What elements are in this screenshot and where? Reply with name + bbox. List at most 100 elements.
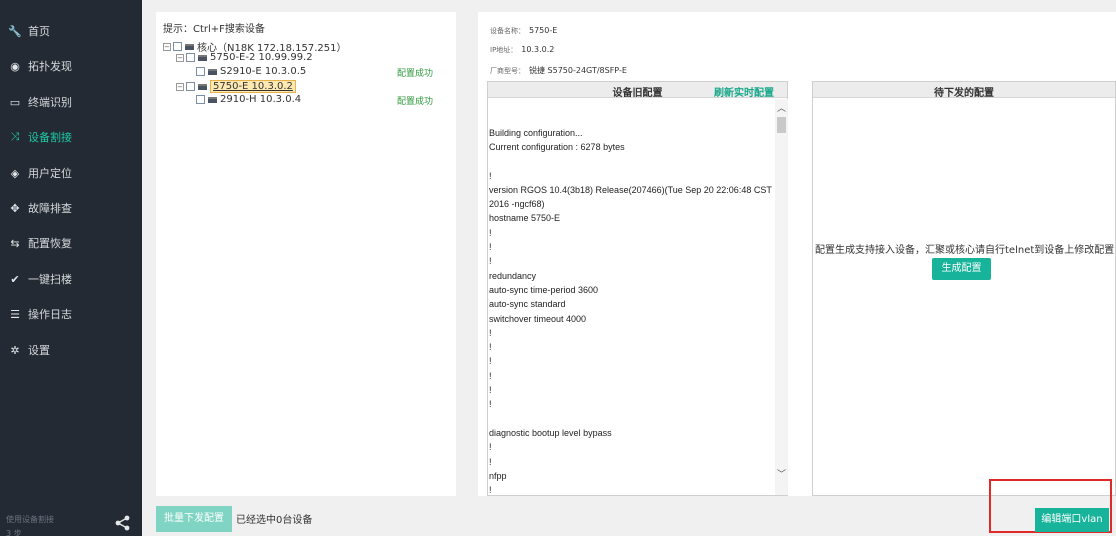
pending-config-message: 配置生成支持接入设备，汇聚或核心请自行telnet到设备上修改配置 [815,245,1115,256]
collapse-icon[interactable]: − [163,42,171,51]
batch-deploy-button[interactable]: 批量下发配置 [156,506,232,532]
sidebar-item[interactable]: ⤨ 设备割接 [0,122,142,152]
device-icon [208,96,217,103]
search-hint: 提示：Ctrl+F搜索设备 [163,24,265,35]
config-line: diagnostic bootup level bypass [489,427,612,438]
sidebar-item[interactable]: ◉ 拓扑发现 [0,51,142,81]
sidebar: 🔧 首页 ◉ 拓扑发现 ▭ 终端识别 ⤨ 设备割接 ◈ 用户定位 ✥ 故障排查 ⇆ 配置恢复 ✔ 一键扫楼 ☰ 操… [0,0,142,536]
config-line: ! [489,442,492,453]
share-icon[interactable] [112,514,134,536]
shuffle-icon: ⤨ [10,130,20,143]
collapse-icon[interactable]: − [176,82,184,91]
device-icon [198,83,207,90]
config-line: ! [489,342,492,353]
sidebar-item-label: 终端识别 [28,96,72,109]
sidebar-item-label: 用户定位 [28,167,72,180]
config-line: Building configuration... [489,127,583,138]
sidebar-item-label: 首页 [28,25,50,38]
device-tree-panel: 提示：Ctrl+F搜索设备 − 核心（N18K 172.18.157.251） … [156,12,456,496]
collapse-icon[interactable]: − [176,53,184,62]
device-detail-panel: 设备名称： 5750-E IP地址： 10.3.0.2 厂商型号： 锐捷 S5750-… [478,12,1116,496]
sidebar-item-label: 拓扑发现 [28,60,72,73]
device-ip-row: IP地址： 10.3.0.2 [490,45,554,55]
device-icon [185,43,194,50]
device-ip-value: 10.3.0.2 [521,45,555,54]
sidebar-item-label: 一键扫楼 [28,273,72,286]
pending-config-title: 待下发的配置 [934,88,994,99]
monitor-icon: ▭ [9,95,21,109]
tree-node-2910-h[interactable]: 2910-H 10.3.0.4 [196,94,301,105]
config-line: auto-sync time-period 3600 [489,284,599,295]
config-line: 2016 -ngcf68) [489,199,545,210]
config-line: auto-sync standard [489,299,566,310]
device-model-value: 锐捷 S5750-24GT/8SFP-E [529,66,627,75]
scroll-down-icon[interactable]: ﹀ [775,467,788,480]
config-line: ! [489,356,492,367]
device-icon [198,54,207,61]
tree-node-label: 5750-E 10.3.0.2 [210,80,296,93]
sidebar-item[interactable]: ✥ 故障排查 [0,193,142,223]
sidebar-item-label: 操作日志 [28,308,72,321]
sidebar-item-label: 设备割接 [28,131,72,144]
config-line: redundancy [489,270,537,281]
scroll-thumb[interactable] [777,117,786,133]
pending-config-box: 待下发的配置 配置生成支持接入设备，汇聚或核心请自行telnet到设备上修改配置… [812,81,1116,496]
sidebar-item[interactable]: ✔ 一键扫楼 [0,264,142,294]
sidebar-footer-sub: 3 步 [6,529,22,536]
sidebar-item[interactable]: ▭ 终端识别 [0,87,142,117]
edit-port-vlan-button[interactable]: 编辑端口vlan [1035,508,1109,532]
node-checkbox[interactable] [196,67,205,76]
sidebar-item[interactable]: ◈ 用户定位 [0,158,142,188]
config-line: Current configuration : 6278 bytes [489,141,625,152]
gear-icon: ✲ [10,343,20,357]
device-model-key: 厂商型号： [490,67,525,75]
status-badge: 配置成功 [397,69,434,79]
eye-icon: ◉ [10,59,20,73]
log-icon: ☰ [10,307,20,321]
sidebar-item[interactable]: ⇆ 配置恢复 [0,228,142,258]
sidebar-footer-label: 使用设备割接 [6,515,54,524]
config-line: version RGOS 10.4(3b18) Release(207466)(… [489,184,772,195]
config-line: ! [489,485,492,495]
node-checkbox[interactable] [186,82,195,91]
config-line: ! [489,456,492,467]
config-line: ! [489,385,492,395]
generate-config-button[interactable]: 生成配置 [932,258,991,280]
tree-node-5750-e-2[interactable]: − 5750-E-2 10.99.99.2 [176,52,313,63]
refresh-config-link[interactable]: 刷新实时配置 [714,84,774,99]
device-model-row: 厂商型号： 锐捷 S5750-24GT/8SFP-E [490,65,627,76]
sidebar-item-label: 设置 [28,344,50,357]
device-name-row: 设备名称： 5750-E [490,26,557,36]
sidebar-item-label: 故障排查 [28,202,72,215]
tree-node-s2910-e[interactable]: S2910-E 10.3.0.5 [196,66,306,77]
node-checkbox[interactable] [173,42,182,51]
sidebar-item[interactable]: ✲ 设置 [0,335,142,365]
restore-icon: ⇆ [10,236,20,250]
crosshair-icon: ✥ [10,201,20,215]
config-scrollbar[interactable]: ︿ ﹀ [775,99,788,495]
tree-node-label: S2910-E 10.3.0.5 [220,66,307,77]
device-name-value: 5750-E [529,26,558,35]
locate-icon: ◈ [10,166,20,180]
tree-node-5750-e[interactable]: − 5750-E 10.3.0.2 [176,80,296,93]
config-line: ! [489,327,492,338]
config-line: ! [489,399,492,410]
old-config-header: 设备旧配置 刷新实时配置 [488,82,787,99]
node-checkbox[interactable] [196,95,205,104]
sidebar-item-label: 配置恢复 [28,237,72,250]
scroll-up-icon[interactable]: ︿ [775,101,788,114]
config-line: nfpp [489,470,507,481]
config-line: ! [489,227,492,238]
selected-count-text: 已经选中0台设备 [236,515,313,526]
sidebar-item[interactable]: ☰ 操作日志 [0,299,142,329]
sidebar-item[interactable]: 🔧 首页 [0,16,142,46]
device-icon [208,68,217,75]
config-line: ! [489,256,492,267]
config-line: switchover timeout 4000 [489,313,587,324]
config-line: ! [489,370,492,381]
share-glyph [115,515,130,531]
device-name-key: 设备名称： [490,27,525,35]
config-line: hostname 5750-E [489,213,561,224]
node-checkbox[interactable] [186,53,195,62]
old-config-text: Building configuration... Current configu… [488,99,774,495]
